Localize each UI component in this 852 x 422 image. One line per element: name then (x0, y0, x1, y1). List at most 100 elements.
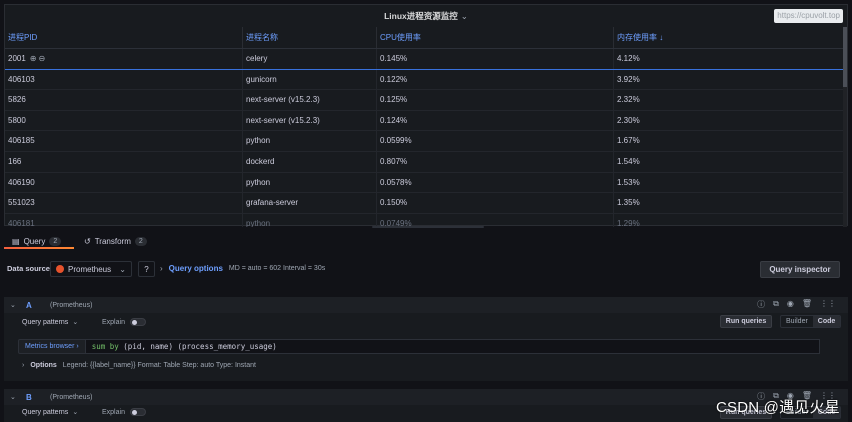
data-source-value: Prometheus (68, 264, 112, 274)
explain-toggle[interactable]: Explain (102, 318, 146, 326)
query-row-header-a[interactable]: ⌄ A (Prometheus) ⓘ ⧉ ◉ 🗑 ⋮⋮ (4, 297, 848, 313)
table-body: 2001 ⊕ ⊖ celery 0.145% 4.12% 406103 gunicorn 0.1… (5, 49, 845, 227)
table-scrollbar[interactable] (843, 27, 847, 227)
column-header-pid[interactable]: 进程PID (5, 27, 243, 48)
data-source-help-button[interactable]: ? (138, 261, 155, 277)
chevron-down-icon: ⌄ (72, 409, 79, 416)
cell-cpu-usage: 0.0749% (377, 213, 614, 227)
cell-memory-usage: 1.29% (614, 214, 845, 227)
query-patterns-dropdown[interactable]: Query patterns ⌄ (22, 408, 78, 416)
chevron-down-icon[interactable]: ⌄ (10, 393, 20, 401)
query-datasource-a: (Prometheus) (50, 301, 93, 309)
cell-pid-value: 406185 (8, 136, 35, 146)
panel-title-text: Linux进程资源监控 (384, 11, 458, 21)
run-queries-button[interactable]: Run queries (720, 315, 772, 328)
tab-query-count: 2 (49, 236, 62, 246)
table-row[interactable]: 406190 python 0.0578% 1.53% (5, 172, 845, 194)
cell-memory-usage-value: 1.67% (617, 136, 640, 146)
cell-memory-usage-value: 4.12% (617, 54, 640, 63)
column-header-name[interactable]: 进程名称 (243, 27, 377, 48)
cell-process-name: python (243, 213, 377, 227)
cell-process-name: next-server (v15.2.3) (243, 110, 377, 131)
query-options-row[interactable]: › Options Legend: {{label_name}} Format:… (22, 362, 256, 369)
cell-process-name: celery (243, 49, 377, 69)
metrics-browser-button[interactable]: Metrics browser › (18, 339, 86, 354)
explain-switch[interactable] (129, 408, 146, 416)
cell-pid: 5826 (5, 90, 243, 110)
column-header-memory[interactable]: 内存使用率 ↓ (614, 27, 845, 48)
cell-process-name-value: dockerd (246, 156, 275, 166)
drag-handle-icon[interactable]: ⋮⋮ (820, 299, 836, 310)
cell-cpu-usage: 0.122% (377, 69, 614, 90)
options-label: Options (30, 362, 57, 369)
promql-input[interactable]: sum by (pid, name) (process_memory_usage… (85, 339, 820, 354)
zoom-in-icon[interactable]: ⊕ (30, 54, 37, 63)
chevron-down-icon[interactable]: ⌄ (461, 11, 468, 21)
table-row[interactable]: 166 dockerd 0.807% 1.54% (5, 151, 845, 173)
zoom-out-icon[interactable]: ⊖ (39, 54, 46, 63)
cell-pid: 2001 ⊕ ⊖ (5, 49, 243, 69)
prometheus-icon (56, 265, 64, 273)
explain-label: Explain (102, 318, 125, 326)
cell-cpu-usage-value: 0.145% (380, 54, 408, 63)
chevron-down-icon: ⌄ (72, 319, 79, 326)
table-row[interactable]: 5826 next-server (v15.2.3) 0.125% 2.32% (5, 90, 845, 111)
explain-toggle[interactable]: Explain (102, 408, 146, 416)
query-ref-a[interactable]: A (26, 301, 50, 310)
cell-memory-usage: 2.32% (614, 90, 845, 110)
data-source-label: Data source (7, 264, 50, 273)
column-header-cpu[interactable]: CPU使用率 (377, 27, 614, 48)
cell-memory-usage: 4.12% (614, 49, 845, 69)
transform-icon: ↺ (84, 236, 91, 246)
query-actions-a: ⓘ ⧉ ◉ 🗑 ⋮⋮ (757, 299, 836, 310)
query-ref-b[interactable]: B (26, 393, 50, 402)
builder-mode-button[interactable]: Builder (781, 316, 813, 327)
cell-process-name: grafana-server (243, 193, 377, 213)
data-source-select[interactable]: Prometheus ⌄ (50, 261, 132, 277)
cell-memory-usage-value: 2.32% (617, 95, 640, 105)
chevron-down-icon[interactable]: ⌄ (10, 301, 20, 309)
table-row[interactable]: 406103 gunicorn 0.122% 3.92% (5, 69, 845, 91)
help-icon[interactable]: ⓘ (757, 299, 765, 310)
query-inspector-button[interactable]: Query inspector (760, 261, 840, 278)
query-toolbar: Data source Prometheus ⌄ ? › Query optio… (0, 256, 852, 284)
cell-process-name: python (243, 172, 377, 193)
database-icon: ▤ (12, 236, 20, 246)
editor-mode-toggle: Builder Code (780, 315, 842, 328)
metrics-row: Metrics browser › sum by (pid, name) (pr… (18, 339, 820, 354)
cell-pid-value: 406190 (8, 177, 35, 187)
cell-memory-usage: 1.35% (614, 193, 845, 213)
tab-transform[interactable]: ↺ Transform 2 (84, 234, 147, 248)
scrollbar-thumb[interactable] (843, 27, 847, 87)
trash-icon[interactable]: 🗑 (802, 299, 812, 310)
query-datasource-b: (Prometheus) (50, 393, 93, 401)
cell-process-name: python (243, 131, 377, 151)
cell-process-name-value: celery (246, 54, 268, 63)
code-mode-button[interactable]: Code (812, 316, 841, 327)
table-row[interactable]: 5800 next-server (v15.2.3) 0.124% 2.30% (5, 110, 845, 132)
table-row[interactable]: 406181 python 0.0749% 1.29% (5, 213, 845, 227)
duplicate-icon[interactable]: ⧉ (773, 299, 779, 310)
active-tab-underline (4, 247, 74, 249)
query-options[interactable]: › Query options MD = auto = 602 Interval… (160, 264, 325, 273)
explain-switch[interactable] (129, 318, 146, 326)
query-patterns-dropdown[interactable]: Query patterns ⌄ (22, 318, 78, 326)
explain-label: Explain (102, 408, 125, 416)
panel-title[interactable]: Linux进程资源监控 ⌄ (5, 5, 847, 27)
table-row[interactable]: 551023 grafana-server 0.150% 1.35% (5, 193, 845, 214)
tab-transform-label: Transform (94, 236, 131, 246)
eye-icon[interactable]: ◉ (787, 299, 794, 310)
query-editor-a: Query patterns ⌄ Explain Run queries Buil… (4, 313, 848, 381)
table-row[interactable]: 2001 ⊕ ⊖ celery 0.145% 4.12% (5, 49, 845, 70)
cell-pid-value: 406103 (8, 74, 35, 84)
cell-pid-value: 166 (8, 156, 22, 166)
tab-query[interactable]: ▤ Query 2 (12, 234, 62, 248)
cell-cpu-usage: 0.125% (377, 90, 614, 110)
cell-memory-usage-value: 1.35% (617, 198, 640, 208)
cell-memory-usage: 1.53% (614, 173, 845, 193)
cell-pid: 406185 (5, 131, 243, 151)
table-row[interactable]: 406185 python 0.0599% 1.67% (5, 131, 845, 152)
cell-process-name-value: python (246, 177, 271, 187)
cell-pid-value: 5800 (8, 115, 26, 125)
cell-cpu-usage: 0.807% (377, 151, 614, 172)
